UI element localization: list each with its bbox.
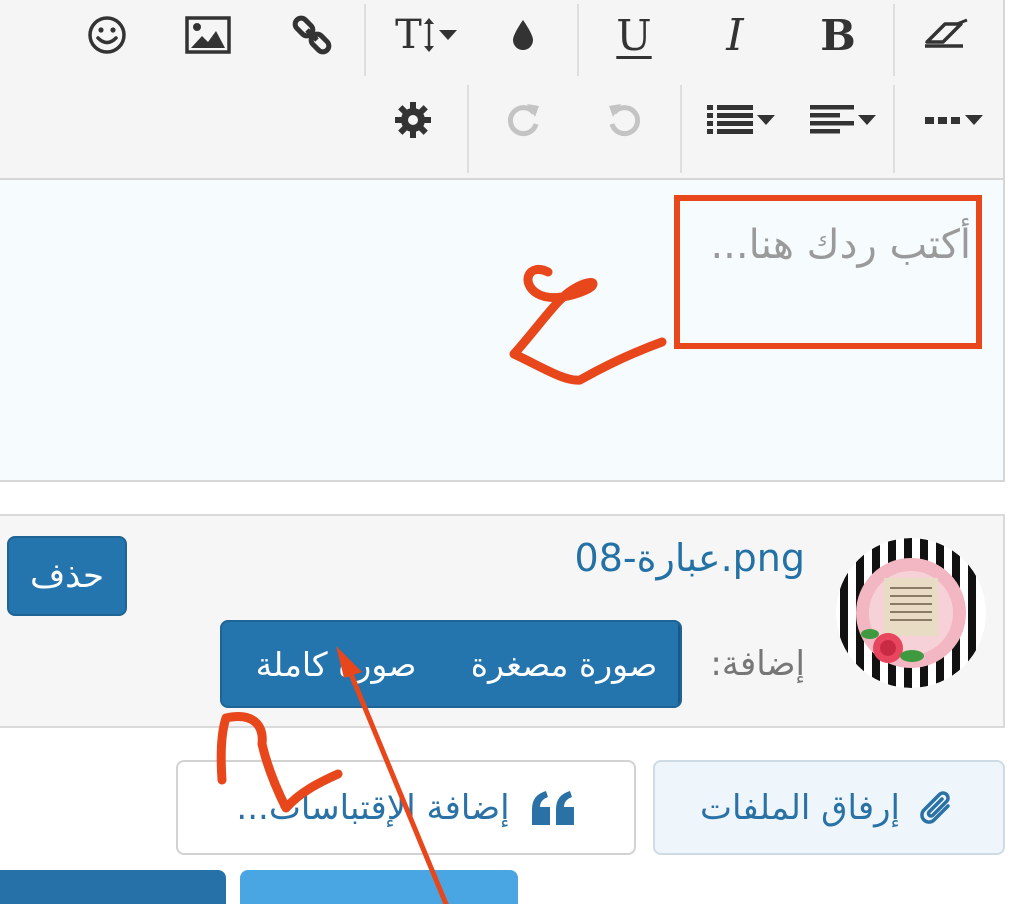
- toolbar-separator: [364, 4, 366, 76]
- caret-icon: [438, 30, 457, 40]
- add-quotes-button[interactable]: إضافة الإقتباسات...: [176, 760, 636, 855]
- attach-files-button[interactable]: إرفاق الملفات: [653, 760, 1005, 855]
- font-size-glyph: T: [395, 12, 422, 58]
- attach-files-label: إرفاق الملفات: [700, 787, 900, 828]
- eraser-icon[interactable]: [918, 0, 976, 70]
- align-icon[interactable]: [802, 85, 884, 155]
- toolbar-separator: [680, 85, 682, 173]
- font-size-icon[interactable]: T: [385, 0, 467, 70]
- toolbar-separator: [577, 4, 579, 76]
- reply-editor[interactable]: أكتب ردك هنا...: [0, 180, 1005, 482]
- toolbar-row-1: T U I B: [0, 0, 1005, 90]
- preview-button[interactable]: [240, 870, 518, 904]
- insert-button-group: صورة كاملة صورة مصغرة: [220, 620, 682, 708]
- attachment-thumbnail: [836, 538, 986, 688]
- underline-glyph: U: [616, 10, 652, 60]
- italic-icon[interactable]: I: [712, 0, 758, 70]
- bold-glyph: B: [820, 10, 856, 60]
- thumbnail-button[interactable]: صورة مصغرة: [450, 622, 680, 706]
- undo-icon[interactable]: [602, 85, 648, 155]
- redo-icon[interactable]: [500, 85, 546, 155]
- quote-icon: [531, 790, 574, 825]
- list-icon[interactable]: [700, 85, 782, 155]
- bold-icon[interactable]: B: [812, 0, 864, 70]
- gear-icon[interactable]: [390, 85, 436, 155]
- caret-icon: [757, 115, 775, 125]
- color-drop-icon[interactable]: [505, 0, 541, 70]
- editor-placeholder: أكتب ردك هنا...: [710, 222, 971, 268]
- toolbar-separator: [893, 4, 895, 76]
- caret-icon: [858, 115, 876, 125]
- insert-label: إضافة:: [710, 644, 805, 684]
- more-icon[interactable]: [916, 85, 992, 155]
- editor-toolbar: T U I B: [0, 0, 1005, 180]
- italic-glyph: I: [726, 9, 744, 61]
- full-image-button[interactable]: صورة كاملة: [222, 622, 450, 706]
- smiley-icon[interactable]: [78, 0, 136, 70]
- image-icon[interactable]: [180, 0, 236, 70]
- toolbar-row-2: [0, 85, 1005, 175]
- link-icon[interactable]: [284, 0, 340, 70]
- underline-icon[interactable]: U: [608, 0, 660, 70]
- toolbar-separator: [467, 85, 469, 173]
- add-quotes-label: إضافة الإقتباسات...: [236, 787, 510, 828]
- attachment-file-name[interactable]: عبارة-08.png: [575, 536, 805, 580]
- submit-button[interactable]: [0, 870, 226, 904]
- toolbar-separator: [893, 85, 895, 173]
- attachment-panel: عبارة-08.png إضافة: صورة كاملة صورة مصغر…: [0, 514, 1005, 728]
- delete-button[interactable]: حذف: [7, 536, 127, 616]
- caret-icon: [965, 115, 983, 125]
- paperclip-icon: [920, 790, 950, 824]
